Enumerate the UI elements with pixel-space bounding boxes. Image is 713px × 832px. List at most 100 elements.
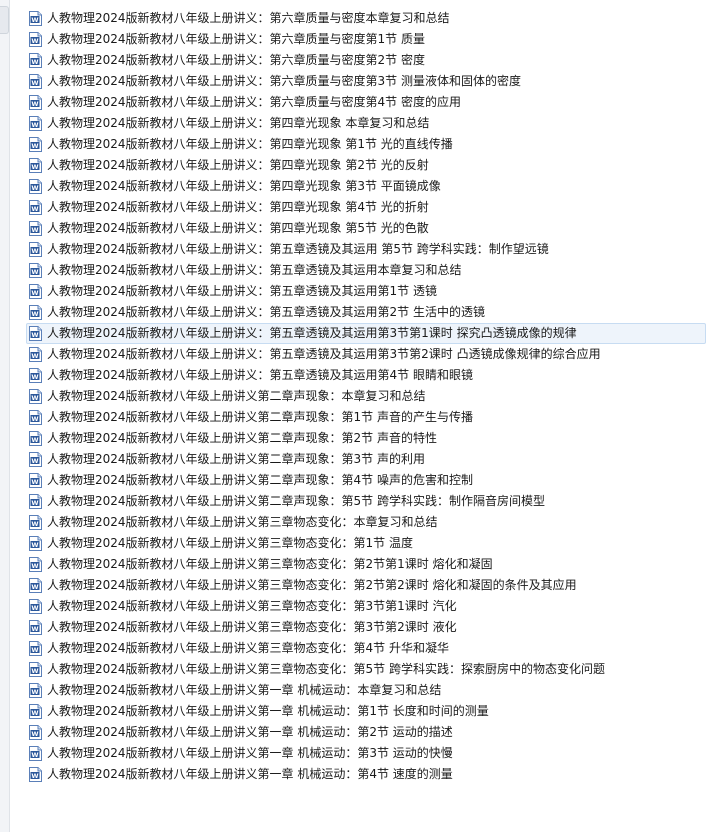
file-item[interactable]: W 人教物理2024版新教材八年级上册讲义第三章物态变化：本章复习和总结 (26, 512, 706, 533)
file-item[interactable]: W 人教物理2024版新教材八年级上册讲义第一章 机械运动：本章复习和总结 (26, 680, 706, 701)
file-item[interactable]: W 人教物理2024版新教材八年级上册讲义第三章物态变化：第2节第1课时 熔化和凝… (26, 554, 706, 575)
svg-text:W: W (31, 163, 38, 171)
file-item[interactable]: W 人教物理2024版新教材八年级上册讲义：第六章质量与密度第3节 测量液体和固体… (26, 71, 706, 92)
svg-text:W: W (31, 226, 38, 234)
word-doc-icon: W (29, 11, 42, 26)
word-doc-icon: W (29, 200, 42, 215)
file-item[interactable]: W 人教物理2024版新教材八年级上册讲义第一章 机械运动：第4节 速度的测量 (26, 764, 706, 785)
file-name: 人教物理2024版新教材八年级上册讲义：第四章光现象 第4节 光的折射 (47, 200, 429, 214)
file-item[interactable]: W 人教物理2024版新教材八年级上册讲义：第四章光现象 第1节 光的直线传播 (26, 134, 706, 155)
svg-text:W: W (31, 394, 38, 402)
file-item[interactable]: W 人教物理2024版新教材八年级上册讲义：第五章透镜及其运用第4节 眼睛和眼镜 (26, 365, 706, 386)
svg-text:W: W (31, 205, 38, 213)
file-name: 人教物理2024版新教材八年级上册讲义：第五章透镜及其运用第2节 生活中的透镜 (47, 305, 485, 319)
file-item[interactable]: W 人教物理2024版新教材八年级上册讲义：第五章透镜及其运用第3节第1课时 探究… (26, 323, 706, 344)
word-doc-icon: W (29, 452, 42, 467)
file-name: 人教物理2024版新教材八年级上册讲义第三章物态变化：第3节第2课时 液化 (47, 620, 457, 634)
svg-text:W: W (31, 646, 38, 654)
file-name: 人教物理2024版新教材八年级上册讲义第一章 机械运动：第3节 运动的快慢 (47, 746, 453, 760)
file-item[interactable]: W 人教物理2024版新教材八年级上册讲义：第五章透镜及其运用 第5节 跨学科实践… (26, 239, 706, 260)
word-doc-icon: W (29, 704, 42, 719)
word-doc-icon: W (29, 305, 42, 320)
file-name: 人教物理2024版新教材八年级上册讲义：第四章光现象 第5节 光的色散 (47, 221, 429, 235)
word-doc-icon: W (29, 284, 42, 299)
file-name: 人教物理2024版新教材八年级上册讲义：第五章透镜及其运用第3节第2课时 凸透镜… (47, 347, 601, 361)
word-doc-icon: W (29, 242, 42, 257)
file-item[interactable]: W 人教物理2024版新教材八年级上册讲义：第六章质量与密度第1节 质量 (26, 29, 706, 50)
file-name: 人教物理2024版新教材八年级上册讲义第三章物态变化：第2节第2课时 熔化和凝固… (47, 578, 577, 592)
file-item[interactable]: W 人教物理2024版新教材八年级上册讲义：第六章质量与密度第4节 密度的应用 (26, 92, 706, 113)
file-item[interactable]: W 人教物理2024版新教材八年级上册讲义第二章声现象：第4节 噪声的危害和控制 (26, 470, 706, 491)
file-item[interactable]: W 人教物理2024版新教材八年级上册讲义第三章物态变化：第1节 温度 (26, 533, 706, 554)
file-name: 人教物理2024版新教材八年级上册讲义第三章物态变化：第2节第1课时 熔化和凝固 (47, 557, 493, 571)
file-item[interactable]: W 人教物理2024版新教材八年级上册讲义：第四章光现象 第5节 光的色散 (26, 218, 706, 239)
word-doc-icon: W (29, 158, 42, 173)
svg-text:W: W (31, 415, 38, 423)
file-item[interactable]: W 人教物理2024版新教材八年级上册讲义第三章物态变化：第3节第1课时 汽化 (26, 596, 706, 617)
svg-text:W: W (31, 520, 38, 528)
svg-text:W: W (31, 478, 38, 486)
svg-text:W: W (31, 79, 38, 87)
file-item[interactable]: W 人教物理2024版新教材八年级上册讲义第一章 机械运动：第3节 运动的快慢 (26, 743, 706, 764)
file-item[interactable]: W 人教物理2024版新教材八年级上册讲义：第五章透镜及其运用第2节 生活中的透镜 (26, 302, 706, 323)
file-name: 人教物理2024版新教材八年级上册讲义：第五章透镜及其运用本章复习和总结 (47, 263, 462, 277)
file-item[interactable]: W 人教物理2024版新教材八年级上册讲义：第六章质量与密度本章复习和总结 (26, 8, 706, 29)
file-name: 人教物理2024版新教材八年级上册讲义：第六章质量与密度第4节 密度的应用 (47, 95, 461, 109)
word-doc-icon: W (29, 536, 42, 551)
file-item[interactable]: W 人教物理2024版新教材八年级上册讲义第三章物态变化：第4节 升华和凝华 (26, 638, 706, 659)
word-doc-icon: W (29, 32, 42, 47)
file-item[interactable]: W 人教物理2024版新教材八年级上册讲义：第六章质量与密度第2节 密度 (26, 50, 706, 71)
pane-splitter-handle[interactable] (0, 6, 9, 34)
file-name: 人教物理2024版新教材八年级上册讲义第三章物态变化：第4节 升华和凝华 (47, 641, 449, 655)
file-item[interactable]: W 人教物理2024版新教材八年级上册讲义第二章声现象：第2节 声音的特性 (26, 428, 706, 449)
svg-text:W: W (31, 310, 38, 318)
file-item[interactable]: W 人教物理2024版新教材八年级上册讲义第二章声现象：第3节 声的利用 (26, 449, 706, 470)
word-doc-icon: W (29, 515, 42, 530)
svg-text:W: W (31, 499, 38, 507)
file-item[interactable]: W 人教物理2024版新教材八年级上册讲义：第五章透镜及其运用本章复习和总结 (26, 260, 706, 281)
svg-text:W: W (31, 100, 38, 108)
file-item[interactable]: W 人教物理2024版新教材八年级上册讲义第三章物态变化：第2节第2课时 熔化和凝… (26, 575, 706, 596)
file-item[interactable]: W 人教物理2024版新教材八年级上册讲义第三章物态变化：第3节第2课时 液化 (26, 617, 706, 638)
file-item[interactable]: W 人教物理2024版新教材八年级上册讲义第一章 机械运动：第2节 运动的描述 (26, 722, 706, 743)
file-item[interactable]: W 人教物理2024版新教材八年级上册讲义第一章 机械运动：第1节 长度和时间的测… (26, 701, 706, 722)
svg-text:W: W (31, 604, 38, 612)
word-doc-icon: W (29, 494, 42, 509)
file-item[interactable]: W 人教物理2024版新教材八年级上册讲义第三章物态变化：第5节 跨学科实践：探索… (26, 659, 706, 680)
word-doc-icon: W (29, 578, 42, 593)
word-doc-icon: W (29, 641, 42, 656)
svg-text:W: W (31, 688, 38, 696)
file-item[interactable]: W 人教物理2024版新教材八年级上册讲义：第五章透镜及其运用第3节第2课时 凸透… (26, 344, 706, 365)
file-item[interactable]: W 人教物理2024版新教材八年级上册讲义：第四章光现象 第3节 平面镜成像 (26, 176, 706, 197)
file-name: 人教物理2024版新教材八年级上册讲义第三章物态变化：第3节第1课时 汽化 (47, 599, 457, 613)
word-doc-icon: W (29, 179, 42, 194)
file-item[interactable]: W 人教物理2024版新教材八年级上册讲义第二章声现象：本章复习和总结 (26, 386, 706, 407)
file-item[interactable]: W 人教物理2024版新教材八年级上册讲义第二章声现象：第5节 跨学科实践：制作隔… (26, 491, 706, 512)
svg-text:W: W (31, 121, 38, 129)
svg-text:W: W (31, 352, 38, 360)
file-name: 人教物理2024版新教材八年级上册讲义第一章 机械运动：第4节 速度的测量 (47, 767, 453, 781)
file-name: 人教物理2024版新教材八年级上册讲义：第五章透镜及其运用第4节 眼睛和眼镜 (47, 368, 473, 382)
file-item[interactable]: W 人教物理2024版新教材八年级上册讲义：第四章光现象 第4节 光的折射 (26, 197, 706, 218)
file-name: 人教物理2024版新教材八年级上册讲义第二章声现象：第4节 噪声的危害和控制 (47, 473, 473, 487)
svg-text:W: W (31, 562, 38, 570)
file-name: 人教物理2024版新教材八年级上册讲义：第五章透镜及其运用第1节 透镜 (47, 284, 437, 298)
file-item[interactable]: W 人教物理2024版新教材八年级上册讲义第二章声现象：第1节 声音的产生与传播 (26, 407, 706, 428)
word-doc-icon: W (29, 53, 42, 68)
word-doc-icon: W (29, 95, 42, 110)
word-doc-icon: W (29, 347, 42, 362)
file-item[interactable]: W 人教物理2024版新教材八年级上册讲义：第四章光现象 第2节 光的反射 (26, 155, 706, 176)
word-doc-icon: W (29, 473, 42, 488)
file-name: 人教物理2024版新教材八年级上册讲义第二章声现象：本章复习和总结 (47, 389, 426, 403)
file-item[interactable]: W 人教物理2024版新教材八年级上册讲义：第五章透镜及其运用第1节 透镜 (26, 281, 706, 302)
svg-text:W: W (31, 541, 38, 549)
svg-text:W: W (31, 730, 38, 738)
word-doc-icon: W (29, 599, 42, 614)
svg-text:W: W (31, 184, 38, 192)
file-item[interactable]: W 人教物理2024版新教材八年级上册讲义：第四章光现象 本章复习和总结 (26, 113, 706, 134)
word-doc-icon: W (29, 221, 42, 236)
file-name: 人教物理2024版新教材八年级上册讲义：第四章光现象 第1节 光的直线传播 (47, 137, 453, 151)
file-name: 人教物理2024版新教材八年级上册讲义第一章 机械运动：第1节 长度和时间的测量 (47, 704, 489, 718)
word-doc-icon: W (29, 389, 42, 404)
file-name: 人教物理2024版新教材八年级上册讲义：第四章光现象 本章复习和总结 (47, 116, 430, 130)
